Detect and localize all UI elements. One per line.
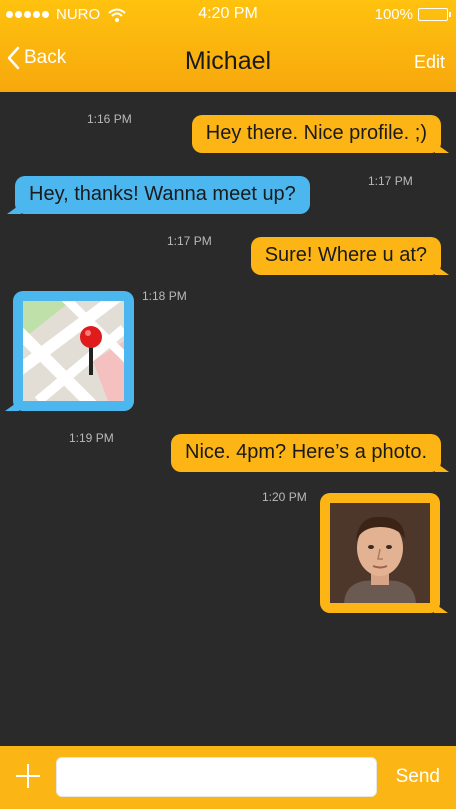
message-timestamp: 1:17 PM <box>368 174 413 188</box>
message-bubble-outgoing[interactable]: Hey there. Nice profile. ;) <box>191 115 450 153</box>
message-bubble-incoming[interactable]: Hey, thanks! Wanna meet up? <box>7 176 310 214</box>
photo-message[interactable] <box>320 493 448 613</box>
battery-percent: 100% <box>374 6 413 23</box>
edit-button[interactable]: Edit <box>414 52 445 73</box>
message-timestamp: 1:16 PM <box>87 112 132 126</box>
status-right: 100% <box>374 6 451 23</box>
map-icon <box>13 291 133 411</box>
message-timestamp: 1:17 PM <box>167 234 212 248</box>
message-bubble-outgoing[interactable]: Nice. 4pm? Here’s a photo. <box>171 434 449 472</box>
top-header: NURO 4:20 PM 100% Back Michael Edit <box>0 0 456 92</box>
chat-thread[interactable]: 1:16 PM Hey there. Nice profile. ;) 1:17… <box>0 92 456 746</box>
status-bar: NURO 4:20 PM 100% <box>0 0 456 30</box>
location-message[interactable] <box>5 291 134 411</box>
send-button[interactable]: Send <box>396 766 440 788</box>
add-attachment-icon[interactable] <box>12 760 44 792</box>
nav-bar: Back Michael Edit <box>0 30 456 92</box>
page-title: Michael <box>184 47 272 75</box>
profile-photo <box>330 503 430 603</box>
message-timestamp: 1:18 PM <box>142 289 187 303</box>
message-input[interactable] <box>56 757 377 797</box>
battery-icon <box>418 8 451 21</box>
message-timestamp: 1:19 PM <box>69 431 114 445</box>
message-composer: Send <box>0 746 456 809</box>
message-timestamp: 1:20 PM <box>262 490 307 504</box>
message-bubble-outgoing[interactable]: Sure! Where u at? <box>250 237 450 275</box>
